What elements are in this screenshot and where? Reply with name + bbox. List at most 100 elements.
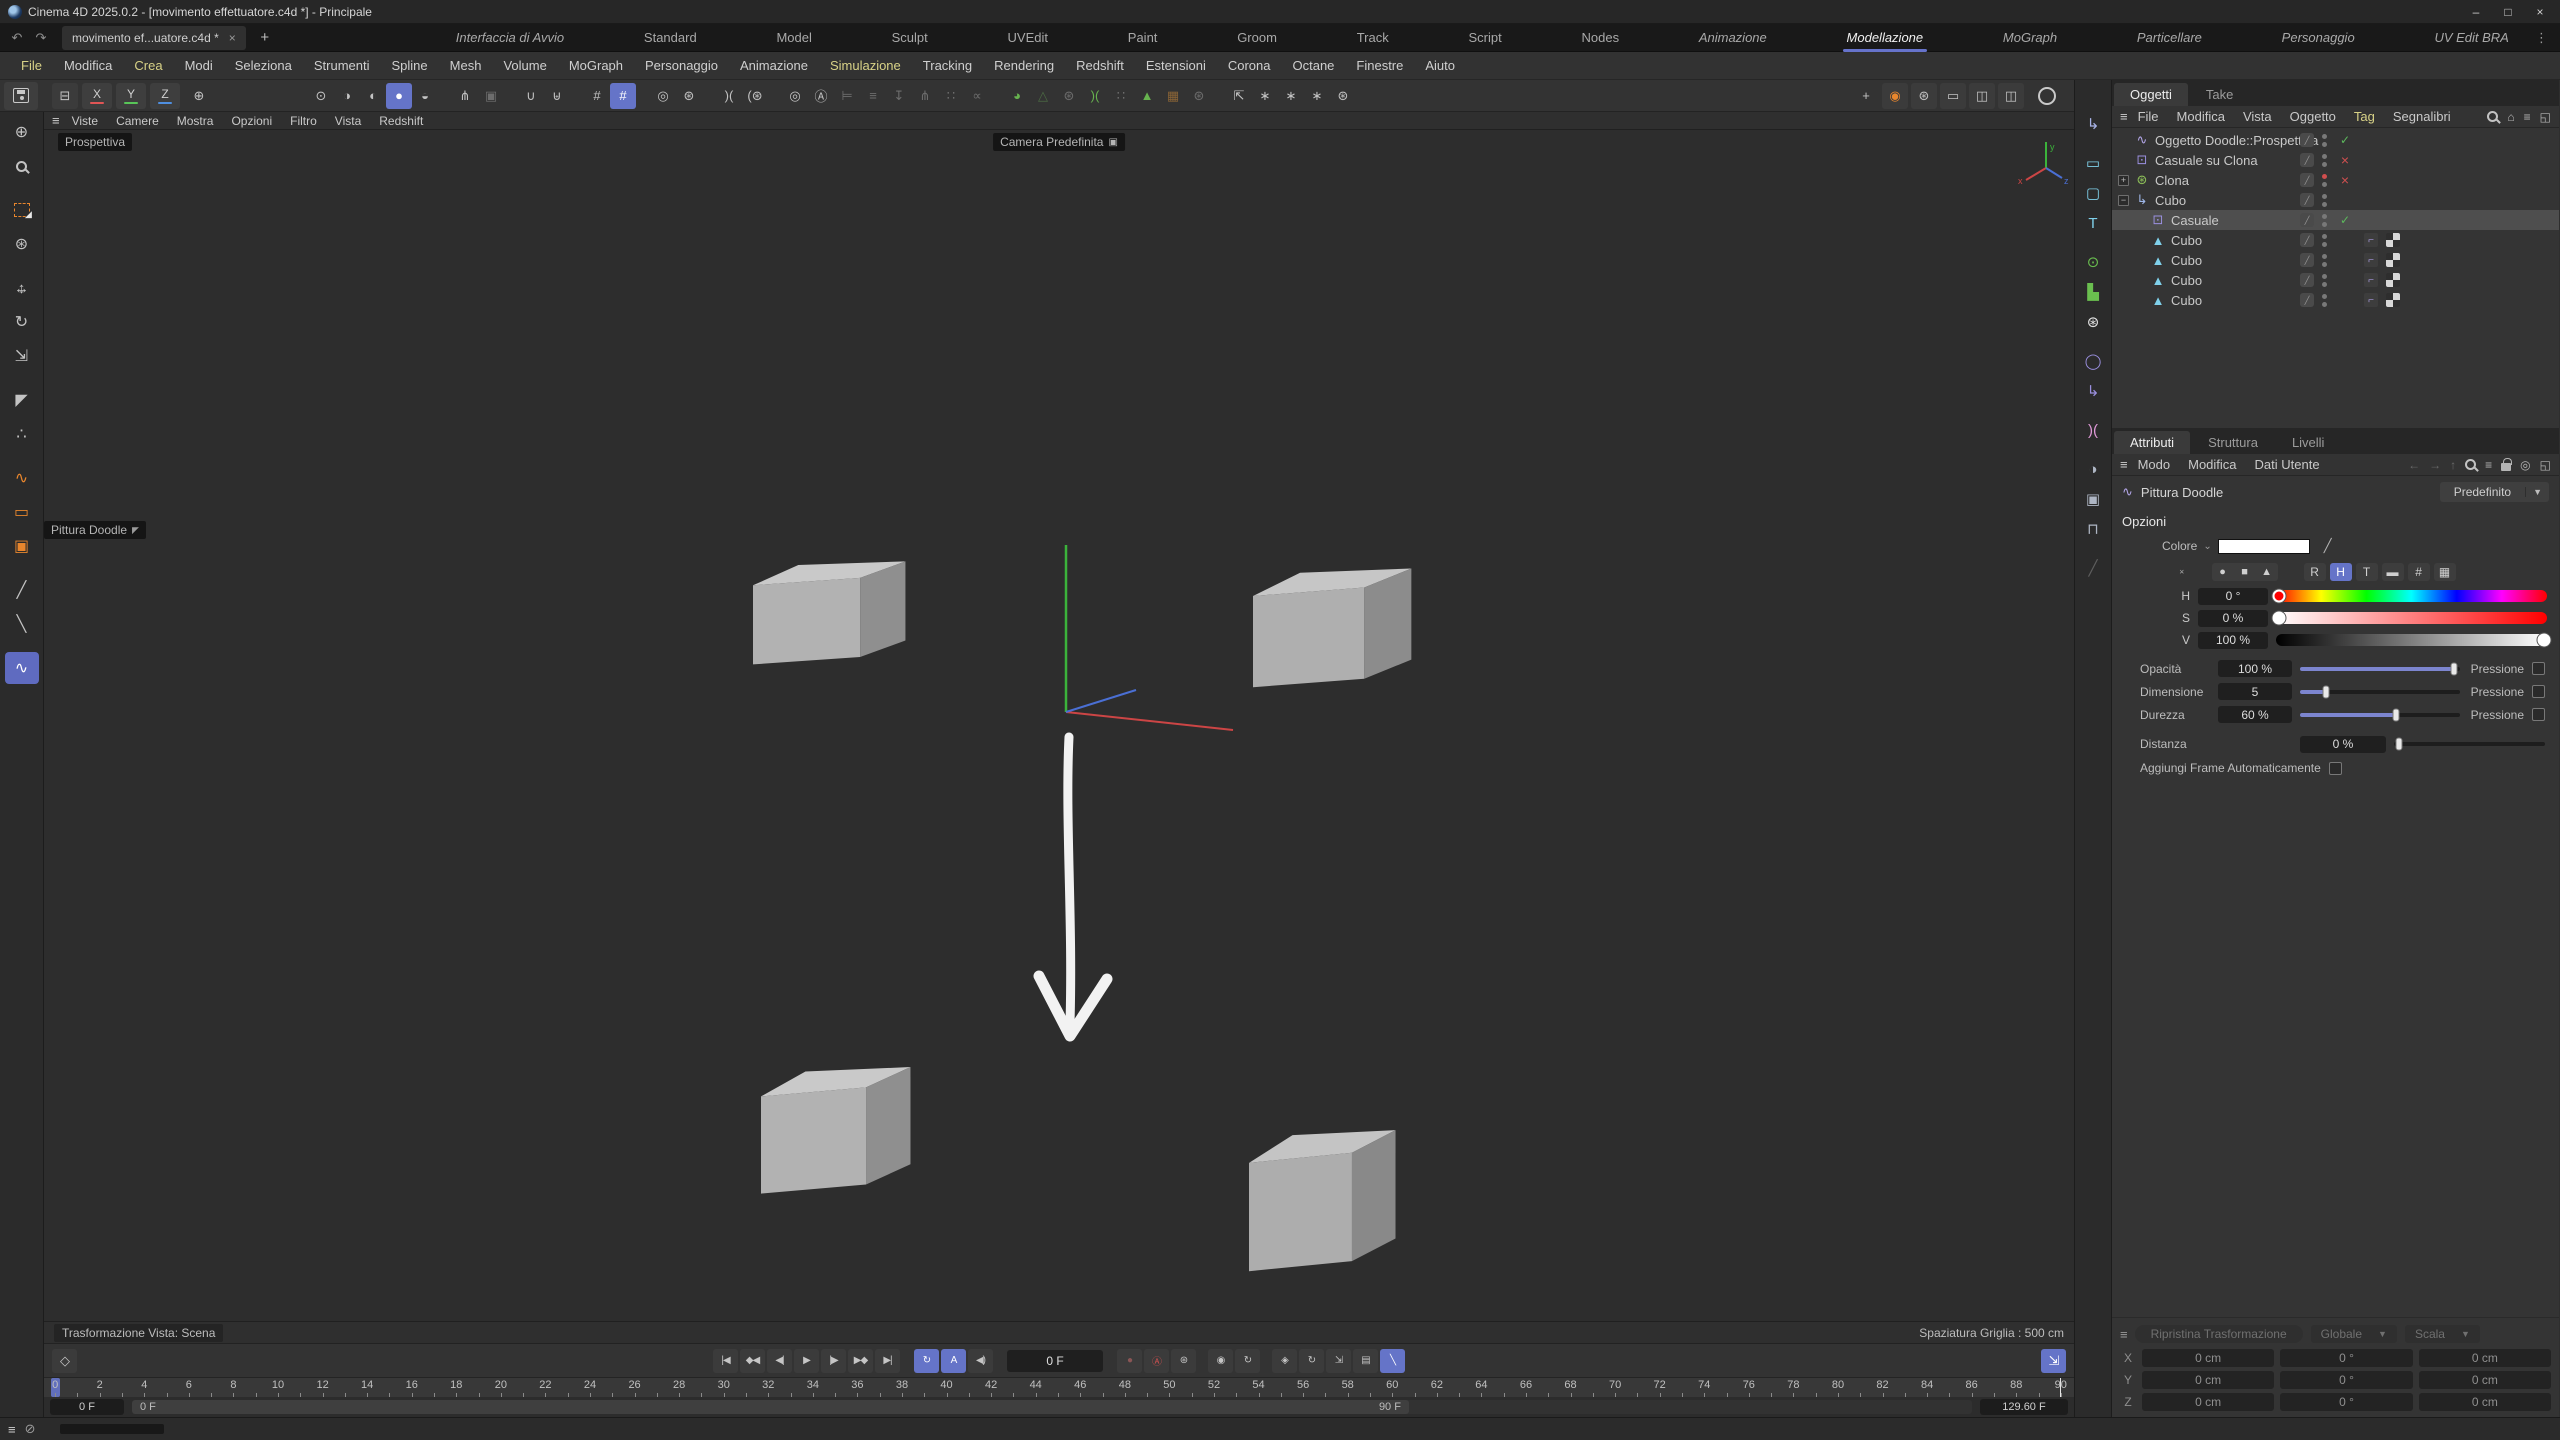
target-icon[interactable]: ◎ bbox=[2520, 458, 2530, 472]
render-settings-icon[interactable]: ⊛ bbox=[1911, 83, 1937, 109]
options-section-title[interactable]: Opzioni bbox=[2112, 508, 2559, 533]
picker-image-icon[interactable]: ▲ bbox=[2256, 563, 2278, 581]
collision-icon[interactable]: △ bbox=[1030, 83, 1056, 109]
enabled-check-icon[interactable]: ✓ bbox=[2338, 133, 2352, 147]
coord-scale-field[interactable]: 0 cm bbox=[2419, 1393, 2551, 1411]
close-tab-icon[interactable]: × bbox=[229, 31, 236, 45]
expander-icon[interactable]: − bbox=[2118, 195, 2129, 206]
menu-aiuto[interactable]: Aiuto bbox=[1414, 53, 1466, 78]
workspace-tab-uveditbra[interactable]: UV Edit BRA bbox=[2426, 25, 2516, 50]
phong-tag-icon[interactable]: ⌐ bbox=[2364, 273, 2378, 287]
team-render-icon[interactable]: ◫ bbox=[1998, 83, 2024, 109]
new-tab-button[interactable]: + bbox=[254, 27, 276, 49]
symmetry-tool-icon[interactable]: )( bbox=[716, 83, 742, 109]
camera-object-icon[interactable]: ▣ bbox=[2078, 485, 2108, 513]
volume-icon[interactable]: ▙ bbox=[2078, 278, 2108, 306]
object-label[interactable]: Casuale bbox=[2171, 213, 2219, 228]
menu-volume[interactable]: Volume bbox=[492, 53, 557, 78]
prev-frame-button[interactable]: ◀| bbox=[767, 1349, 792, 1373]
object-tree-empty[interactable] bbox=[2112, 312, 2559, 428]
workspace-tab-track[interactable]: Track bbox=[1349, 25, 1397, 50]
tab-oggetti[interactable]: Oggetti bbox=[2114, 83, 2188, 106]
menu-rendering[interactable]: Rendering bbox=[983, 53, 1065, 78]
menu-spline[interactable]: Spline bbox=[381, 53, 439, 78]
cube-object-icon[interactable]: ▢ bbox=[2078, 179, 2108, 207]
scene-nodes-icon[interactable]: ╱ bbox=[2078, 554, 2108, 582]
object-label[interactable]: Cubo bbox=[2171, 233, 2202, 248]
gear-icon[interactable]: ⊛ bbox=[1186, 83, 1212, 109]
phong-tag-icon[interactable]: ⌐ bbox=[2364, 293, 2378, 307]
distance-slider[interactable] bbox=[2394, 742, 2545, 746]
slider-knob[interactable] bbox=[2272, 590, 2285, 603]
color-mode-hsv-button[interactable]: H bbox=[2330, 563, 2352, 581]
object-row[interactable]: ▲Cubo╱⌐ bbox=[2112, 230, 2559, 250]
coord-rotation-field[interactable]: 0 ° bbox=[2280, 1371, 2412, 1389]
spline-pen-icon[interactable]: ∿ bbox=[5, 462, 39, 494]
om-menu-icon[interactable]: ≡ bbox=[2120, 109, 2127, 124]
workspace-tab-personaggio[interactable]: Personaggio bbox=[2274, 25, 2363, 50]
environment-icon[interactable]: ◑ bbox=[2078, 455, 2108, 483]
undo-icon[interactable]: ↶ bbox=[6, 27, 28, 49]
content-browser-icon[interactable]: ⊟ bbox=[52, 83, 78, 109]
redo-icon[interactable]: ↷ bbox=[30, 27, 52, 49]
menu-animazione[interactable]: Animazione bbox=[729, 53, 819, 78]
preset-dropdown[interactable]: Predefinito ▼ bbox=[2440, 482, 2549, 502]
vp-menu-viste[interactable]: Viste bbox=[63, 114, 107, 128]
tweak-icon[interactable]: ⊛ bbox=[5, 228, 39, 260]
visibility-dots-icon[interactable] bbox=[2322, 134, 2327, 147]
workspace-tab-groom[interactable]: Groom bbox=[1229, 25, 1285, 50]
key-scale-button[interactable]: ⇲ bbox=[1326, 1349, 1351, 1373]
picker-wheel-icon[interactable]: ● bbox=[2212, 563, 2234, 581]
cloner-icon[interactable]: ⊙ bbox=[2078, 248, 2108, 276]
chevron-down-icon[interactable]: ⌄ bbox=[2203, 541, 2211, 552]
attr-menu-icon[interactable]: ≡ bbox=[2120, 457, 2127, 472]
rig-icon[interactable]: ⋔ bbox=[912, 83, 938, 109]
model-mode-icon[interactable]: ● bbox=[386, 83, 412, 109]
expander-icon[interactable]: + bbox=[2118, 175, 2129, 186]
viewport-canvas[interactable]: Prospettiva Camera Predefinita ▣ Pittura… bbox=[44, 130, 2074, 1321]
record-mouse-button[interactable]: ◉ bbox=[1208, 1349, 1233, 1373]
om-menu-file[interactable]: File bbox=[2129, 109, 2168, 124]
show-keys-button[interactable]: A bbox=[941, 1349, 966, 1373]
object-row[interactable]: ⊡Casuale╱✓ bbox=[2112, 210, 2559, 230]
range-start-field[interactable]: 0 F bbox=[50, 1399, 124, 1415]
timeline-minimize-button[interactable]: ⇲ bbox=[2041, 1349, 2066, 1373]
workplane-icon[interactable]: ⊕ bbox=[186, 83, 212, 109]
slider-knob[interactable] bbox=[2538, 634, 2551, 647]
enabled-check-icon[interactable]: ✓ bbox=[2338, 213, 2352, 227]
object-row[interactable]: ▲Cubo╱⌐ bbox=[2112, 250, 2559, 270]
navigate-camera-icon[interactable]: ⊕ bbox=[5, 116, 39, 148]
current-frame-field[interactable]: 0 F bbox=[1007, 1350, 1103, 1372]
zoom-icon[interactable] bbox=[5, 150, 39, 182]
space-dropdown[interactable]: Globale▼ bbox=[2311, 1325, 2397, 1343]
pressure-checkbox[interactable] bbox=[2532, 662, 2545, 675]
vp-menu-vista[interactable]: Vista bbox=[326, 114, 370, 128]
collapse-icon[interactable]: ⌄⌃ bbox=[2178, 566, 2186, 578]
vp-menu-mostra[interactable]: Mostra bbox=[168, 114, 223, 128]
filter-icon[interactable]: ≡ bbox=[2485, 458, 2492, 472]
viewport-menu-icon[interactable]: ≡ bbox=[52, 113, 59, 128]
auto-select-icon[interactable]: Ⓐ bbox=[808, 83, 834, 109]
object-row[interactable]: ⊡Casuale su Clona╱× bbox=[2112, 150, 2559, 170]
menu-personaggio[interactable]: Personaggio bbox=[634, 53, 729, 78]
forward-icon[interactable]: → bbox=[2429, 458, 2441, 472]
attr-menu-modifica[interactable]: Modifica bbox=[2179, 457, 2245, 472]
tab-take[interactable]: Take bbox=[2190, 83, 2249, 106]
filter-icon[interactable]: ≡ bbox=[2524, 110, 2531, 124]
visibility-dots-icon[interactable] bbox=[2322, 254, 2327, 267]
ring-selection-icon[interactable]: ◎ bbox=[650, 83, 676, 109]
home-icon[interactable]: ⌂ bbox=[2507, 110, 2514, 124]
list-view-icon[interactable]: ≡ bbox=[860, 83, 886, 109]
hsv-gradient-slider[interactable] bbox=[2276, 634, 2547, 646]
slider-knob[interactable] bbox=[2450, 662, 2457, 675]
hsv-value-field[interactable]: 0 ° bbox=[2198, 588, 2268, 605]
tab-struttura[interactable]: Struttura bbox=[2192, 431, 2274, 454]
om-menu-vista[interactable]: Vista bbox=[2234, 109, 2281, 124]
play-button[interactable]: ▶ bbox=[794, 1349, 819, 1373]
particle-settings-icon[interactable]: ⊛ bbox=[1330, 83, 1356, 109]
coord-scale-field[interactable]: 0 cm bbox=[2419, 1349, 2551, 1367]
expand-panel-icon[interactable]: ◱ bbox=[2540, 110, 2551, 124]
y-axis-lock-button[interactable]: Y bbox=[116, 83, 146, 109]
layer-toggle-icon[interactable]: ╱ bbox=[2300, 273, 2314, 287]
color-mode-temp-button[interactable]: T bbox=[2356, 563, 2378, 581]
